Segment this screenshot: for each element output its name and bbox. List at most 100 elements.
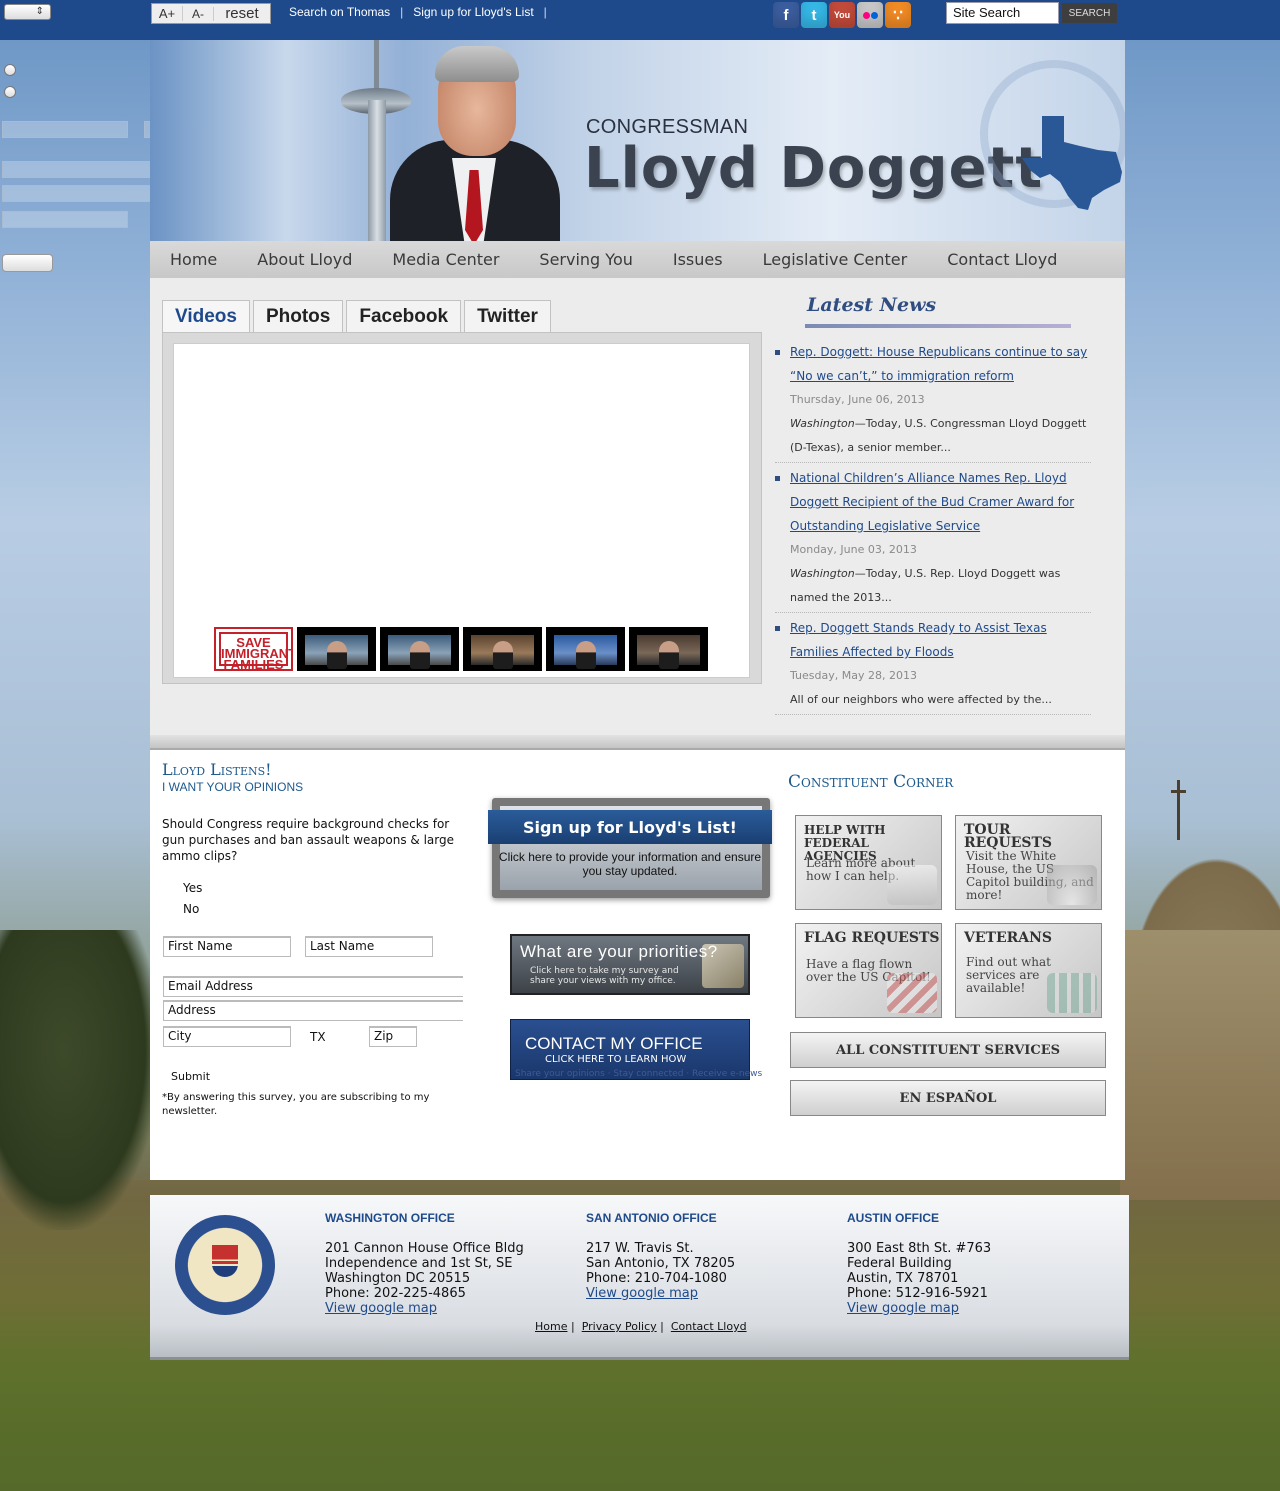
nav-serving-you[interactable]: Serving You [539,250,632,269]
footer-links: Home | Privacy Policy | Contact Lloyd [535,1320,747,1333]
congressman-photo [390,40,560,241]
stray-button[interactable] [2,254,53,272]
contact-office-banner[interactable]: CONTACT MY OFFICE CLICK HERE TO LEARN HO… [510,1019,762,1080]
footer-link-home[interactable]: Home [535,1320,567,1333]
nav-contact-lloyd[interactable]: Contact Lloyd [947,250,1057,269]
austin-office: AUSTIN OFFICE 300 East 8th St. #763 Fede… [847,1211,991,1316]
language-select[interactable]: ⇕ [4,4,51,20]
federal-agencies-tile[interactable]: HELP WITH FEDERAL AGENCIES Learn more ab… [795,815,942,910]
city-field[interactable]: City [163,1026,291,1047]
lower-panel: Lloyd Listens! I WANT YOUR OPINIONS Shou… [150,750,1125,1180]
medals-icon [1047,973,1097,1013]
lloyds-list-promo[interactable]: Sign up for Lloyd's List! Click here to … [488,798,772,900]
en-espanol-button[interactable]: EN ESPAÑOL [790,1080,1106,1116]
nav-issues[interactable]: Issues [673,250,723,269]
social-icons: f t You ∵ [773,2,911,28]
nav-media-center[interactable]: Media Center [392,250,499,269]
video-thumbnails: SAVE IMMIGRANT FAMILIES [214,627,708,671]
congressman-name: Lloyd Doggett [584,136,1044,201]
video-thumbnail[interactable] [297,627,376,671]
lloyds-list-promo-title: Sign up for Lloyd's List! [488,810,772,844]
email-field[interactable]: Email Address [163,976,463,997]
office-address-line: San Antonio, TX 78205 [586,1256,736,1271]
nav-home[interactable]: Home [170,250,217,269]
news-headline-link[interactable]: Rep. Doggett Stands Ready to Assist Texa… [790,616,1091,664]
thumbnail-sign-text: SAVE IMMIGRANT FAMILIES [219,632,291,669]
main-navigation: Home About Lloyd Media Center Serving Yo… [150,241,1125,278]
nav-legislative-center[interactable]: Legislative Center [763,250,908,269]
stray-radio[interactable] [4,64,16,76]
site-search-input[interactable]: Site Search [946,2,1059,24]
tab-facebook[interactable]: Facebook [346,300,462,332]
news-dateline: Washington [790,567,855,580]
lloyd-listens-title: Lloyd Listens! [162,760,272,779]
flag-requests-tile[interactable]: FLAG REQUESTS Have a flag flown over the… [795,923,942,1018]
youtube-icon[interactable]: You [829,2,855,28]
video-thumbnail[interactable]: SAVE IMMIGRANT FAMILIES [214,627,293,671]
office-address-line: 217 W. Travis St. [586,1241,694,1256]
google-map-link[interactable]: View google map [847,1301,959,1316]
veterans-tile[interactable]: VETERANS Find out what services are avai… [955,923,1102,1018]
nav-about-lloyd[interactable]: About Lloyd [257,250,352,269]
tour-requests-tile[interactable]: TOUR REQUESTS Visit the White House, the… [955,815,1102,910]
stray-input[interactable] [2,211,128,228]
office-phone: Phone: 202-225-4865 [325,1286,466,1301]
font-reset-button[interactable]: reset [214,5,270,22]
survey-option-no[interactable]: No [183,902,199,916]
survey-submit-button[interactable]: Submit [171,1070,210,1083]
twitter-icon[interactable]: t [801,2,827,28]
news-date: Tuesday, May 28, 2013 [790,669,917,682]
tab-videos[interactable]: Videos [162,300,250,332]
survey-option-yes[interactable]: Yes [183,881,202,895]
news-snippet: Washington—Today, U.S. Rep. Lloyd Dogget… [790,562,1091,610]
flag-icon [887,973,937,1013]
google-map-link[interactable]: View google map [586,1286,698,1301]
news-snippet: Washington—Today, U.S. Congressman Lloyd… [790,412,1091,460]
video-thumbnail[interactable] [629,627,708,671]
office-address-line: Austin, TX 78701 [847,1271,959,1286]
news-headline-link[interactable]: Rep. Doggett: House Republicans continue… [790,340,1091,388]
video-thumbnail[interactable] [546,627,625,671]
search-thomas-link[interactable]: Search on Thomas [289,5,390,19]
footer-link-privacy-policy[interactable]: Privacy Policy [582,1320,657,1333]
state-value: TX [310,1030,326,1044]
lloyd-listens-subtitle: I WANT YOUR OPINIONS [162,780,304,794]
lloyds-list-link[interactable]: Sign up for Lloyd's List [413,5,533,19]
contact-office-sub: CLICK HERE TO LEARN HOW [545,1054,687,1065]
video-player[interactable]: SAVE IMMIGRANT FAMILIES [173,343,750,678]
survey-note: *By answering this survey, you are subsc… [162,1092,430,1117]
news-item: Rep. Doggett: House Republicans continue… [775,340,1091,463]
news-list: Rep. Doggett: House Republicans continue… [775,340,1091,718]
link-separator: | [543,5,547,19]
rss-icon[interactable]: ∵ [885,2,911,28]
news-headline-link[interactable]: National Children’s Alliance Names Rep. … [790,466,1091,538]
tile-title: FLAG REQUESTS [804,930,940,946]
video-thumbnail[interactable] [380,627,459,671]
capitol-dome-icon [1047,865,1097,905]
first-name-field[interactable]: First Name [163,936,291,957]
flickr-icon[interactable] [857,2,883,28]
news-snippet-text: All of our neighbors who were affected b… [790,693,1052,706]
search-button[interactable]: SEARCH [1062,3,1117,23]
news-item: Rep. Doggett Stands Ready to Assist Texa… [775,616,1091,715]
office-address-line: Federal Building [847,1256,952,1271]
video-thumbnail[interactable] [463,627,542,671]
news-date: Monday, June 03, 2013 [790,543,917,556]
font-increase-button[interactable]: A+ [152,6,183,21]
stray-radio[interactable] [4,86,16,98]
tab-photos[interactable]: Photos [252,300,344,332]
footer: WASHINGTON OFFICE 201 Cannon House Offic… [150,1195,1129,1360]
all-constituent-services-button[interactable]: ALL CONSTITUENT SERVICES [790,1032,1106,1068]
office-name: AUSTIN OFFICE [847,1211,939,1225]
footer-link-contact-lloyd[interactable]: Contact Lloyd [671,1320,747,1333]
address-field[interactable]: Address [163,1000,463,1021]
zip-field[interactable]: Zip [369,1026,417,1047]
priorities-survey-banner[interactable]: What are your priorities? Click here to … [510,934,750,995]
google-map-link[interactable]: View google map [325,1301,437,1316]
tab-twitter[interactable]: Twitter [464,300,551,332]
font-decrease-button[interactable]: A- [183,6,214,21]
facebook-icon[interactable]: f [773,2,799,28]
last-name-field[interactable]: Last Name [305,936,433,957]
contact-office-fine-print: Share your opinions · Stay connected · R… [515,1069,763,1079]
stray-input[interactable] [2,121,128,138]
